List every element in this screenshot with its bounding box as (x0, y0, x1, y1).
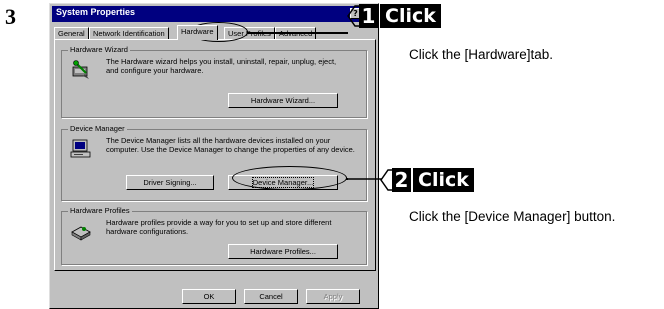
callout-2-instruction: Click the [Device Manager] button. (409, 209, 616, 224)
tab-hardware[interactable]: Hardware (177, 25, 218, 40)
cancel-button[interactable]: Cancel (244, 289, 298, 304)
driver-signing-button-label: Driver Signing... (143, 178, 197, 187)
hardware-profiles-icon (71, 226, 91, 241)
device-manager-group: Device Manager The Device Manager lists … (61, 124, 367, 201)
system-properties-dialog: System Properties ? × General Network Id… (49, 3, 379, 309)
driver-signing-button[interactable]: Driver Signing... (126, 175, 214, 190)
tab-network-identification[interactable]: Network Identification (89, 27, 169, 39)
hardware-profiles-button[interactable]: Hardware Profiles... (228, 244, 338, 259)
hardware-wizard-button-label: Hardware Wizard... (250, 96, 316, 105)
hardware-wizard-description: The Hardware wizard helps you install, u… (106, 57, 337, 75)
hardware-profiles-group: Hardware Profiles Hardware profiles prov… (61, 206, 367, 265)
cancel-button-label: Cancel (259, 292, 283, 301)
tab-general[interactable]: General (54, 27, 89, 39)
apply-button[interactable]: Apply (306, 289, 360, 304)
apply-button-label: Apply (323, 292, 343, 301)
hardware-wizard-icon (72, 60, 89, 79)
step-number: 3 (5, 4, 16, 29)
hardware-profiles-legend: Hardware Profiles (68, 206, 132, 215)
dialog-title: System Properties (56, 7, 136, 17)
callout-1-connector (247, 32, 348, 34)
hardware-profiles-button-label: Hardware Profiles... (250, 247, 316, 256)
callout-2-word: Click (413, 168, 474, 192)
callout-1-word: Click (380, 4, 441, 28)
callout-2-line (346, 178, 382, 180)
ok-button-label: OK (203, 292, 215, 301)
callout-1-instruction: Click the [Hardware]tab. (409, 47, 554, 62)
device-manager-highlight (232, 166, 347, 190)
hardware-tab-panel: Hardware Wizard The Hardware wizard help… (54, 39, 376, 271)
computer-icon (70, 139, 91, 158)
hardware-profiles-description: Hardware profiles provide a way for you … (106, 218, 332, 236)
ok-button[interactable]: OK (182, 289, 236, 304)
callout-2-number: 2 (392, 168, 411, 192)
hardware-wizard-group: Hardware Wizard The Hardware wizard help… (61, 45, 367, 118)
title-bar: System Properties ? × (52, 6, 376, 22)
hardware-wizard-button[interactable]: Hardware Wizard... (228, 93, 338, 108)
callout-1-number: 1 (359, 4, 378, 28)
device-manager-description: The Device Manager lists all the hardwar… (106, 136, 355, 154)
hardware-wizard-legend: Hardware Wizard (68, 45, 130, 54)
device-manager-legend: Device Manager (68, 124, 127, 133)
